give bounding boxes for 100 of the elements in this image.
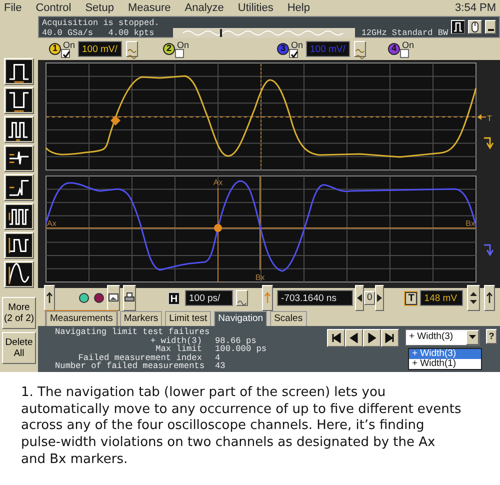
- up-down-icon: [468, 290, 480, 305]
- trigger-mode-button[interactable]: [4, 174, 34, 201]
- trigger-mode-button[interactable]: [4, 203, 34, 230]
- scale-field[interactable]: 100 mV/: [78, 41, 122, 57]
- tab[interactable]: Limit test: [165, 311, 212, 326]
- menu-item[interactable]: Control: [36, 0, 72, 16]
- measurement-label: Number of failed measurements: [55, 362, 202, 371]
- position-field[interactable]: -703.1640 ns: [277, 290, 353, 306]
- status-text: Acquisition is stopped.: [42, 18, 160, 28]
- offset-button[interactable]: [354, 41, 366, 57]
- fine-button[interactable]: [236, 290, 248, 306]
- waveform-icon: [6, 263, 32, 286]
- mouse-icon: [469, 21, 482, 33]
- minimize-icon: [488, 29, 494, 31]
- first-button[interactable]: [327, 329, 345, 347]
- width-dropdown[interactable]: + Width(3): [405, 329, 480, 346]
- screenshot-button[interactable]: [107, 285, 120, 311]
- measurement-value: 4: [215, 354, 220, 362]
- trigger-mode-button[interactable]: [4, 232, 34, 259]
- marker-label: Ax: [47, 219, 56, 228]
- spinner-button[interactable]: [467, 285, 480, 311]
- trigger-mode-button[interactable]: [4, 116, 34, 143]
- marker-point: [110, 116, 120, 126]
- marker-label: Ax: [213, 178, 223, 187]
- print-button[interactable]: [123, 285, 136, 311]
- side-button[interactable]: More (2 of 2): [2, 297, 36, 329]
- left-arrow-icon: [356, 292, 363, 304]
- trigger-mode-button[interactable]: [4, 58, 34, 85]
- on-label: On: [402, 40, 414, 48]
- trigger-mode-button[interactable]: [4, 145, 34, 172]
- menu-item[interactable]: Utilities: [238, 0, 274, 16]
- status-text: 40.0 GSa/s 4.00 kpts: [42, 28, 156, 38]
- clock: 3:54 PM: [455, 0, 496, 16]
- marker-label: Bx: [255, 273, 265, 282]
- caption: 1. The navigation tab (lower part of the screen) lets you automatically move to any occurrence of up to five different events across any of the four oscilloscope channels. Here, it’s finding pulse-width violations on two channels as designated by the Ax and Bx markers.: [20, 384, 462, 469]
- measurement-value: 98.66 ps: [215, 336, 256, 346]
- display-mode-button[interactable]: [451, 20, 466, 34]
- menu-item[interactable]: Analyze: [184, 0, 224, 16]
- trigger-level-field[interactable]: 148 mV: [420, 290, 464, 306]
- next-button[interactable]: [363, 329, 381, 347]
- help-button[interactable]: ?: [486, 329, 497, 344]
- minimize-button[interactable]: [485, 20, 496, 34]
- tab[interactable]: Markers: [120, 311, 162, 326]
- wave-icon: [127, 46, 138, 61]
- marker-button[interactable]: [44, 285, 55, 311]
- bandwidth-label: 12GHz Standard BW: [361, 28, 448, 36]
- timebase-label: H: [168, 292, 180, 304]
- tab[interactable]: Scales: [270, 311, 307, 326]
- channel-checkbox[interactable]: [289, 48, 298, 58]
- arrow-icon: [485, 292, 494, 304]
- waveform-icon: [6, 205, 32, 228]
- marker-button[interactable]: [262, 285, 273, 311]
- channel-number[interactable]: 1: [49, 43, 61, 55]
- menu-item[interactable]: Setup: [85, 0, 114, 16]
- step-left-button[interactable]: [355, 285, 364, 311]
- step-value: 0: [364, 291, 376, 305]
- trigger-mode-button[interactable]: [4, 87, 34, 114]
- on-label: On: [177, 40, 190, 48]
- last-button[interactable]: [381, 329, 399, 347]
- timebase-field[interactable]: 100 ps/: [185, 290, 233, 306]
- pulse-icon: [452, 21, 464, 33]
- waveform-icon: [6, 147, 32, 170]
- channel-number[interactable]: 2: [163, 43, 175, 55]
- offset-button[interactable]: [126, 41, 138, 57]
- tab[interactable]: Navigation: [214, 311, 268, 326]
- tab[interactable]: Measurements: [46, 311, 117, 326]
- waveform-icon: [6, 60, 32, 83]
- run-button[interactable]: [79, 293, 89, 303]
- printer-icon: [124, 292, 135, 304]
- right-arrow-icon: [367, 333, 377, 343]
- measurement-label: Max limit: [156, 345, 202, 354]
- skip-last-icon: [385, 333, 395, 343]
- channel-checkbox[interactable]: [175, 48, 184, 58]
- previous-button[interactable]: [345, 329, 363, 347]
- dropdown-option[interactable]: + Width(1): [409, 359, 481, 369]
- panel-title: Navigating limit test failures: [55, 328, 211, 337]
- waveform-icon: [6, 234, 32, 257]
- marker-point: [214, 224, 222, 232]
- channel-checkbox[interactable]: [400, 48, 409, 58]
- dropdown-option[interactable]: + Width(3): [409, 349, 481, 359]
- trigger-icon: [483, 137, 494, 150]
- measurement-label: + width(3): [149, 336, 202, 346]
- mouse-mode-button[interactable]: [468, 20, 482, 34]
- channel-icon: [483, 244, 494, 256]
- trigger-label: T: [405, 292, 418, 304]
- side-button[interactable]: Delete All: [2, 332, 36, 364]
- channel-checkbox[interactable]: [61, 48, 70, 58]
- marker-button[interactable]: [484, 285, 496, 311]
- trigger-mode-button[interactable]: [4, 261, 34, 288]
- menu-item[interactable]: Measure: [128, 0, 171, 16]
- stop-button[interactable]: [94, 293, 104, 303]
- measurement-label: Failed measurement index: [78, 354, 202, 362]
- menu-item[interactable]: Help: [287, 0, 310, 16]
- arrow-icon: [478, 114, 486, 120]
- wave-icon: [355, 46, 366, 61]
- skip-first-icon: [331, 333, 341, 343]
- image-icon: [108, 292, 119, 304]
- measurement-value: 43: [215, 362, 226, 371]
- menu-item[interactable]: File: [4, 0, 22, 16]
- step-right-button[interactable]: [375, 285, 384, 311]
